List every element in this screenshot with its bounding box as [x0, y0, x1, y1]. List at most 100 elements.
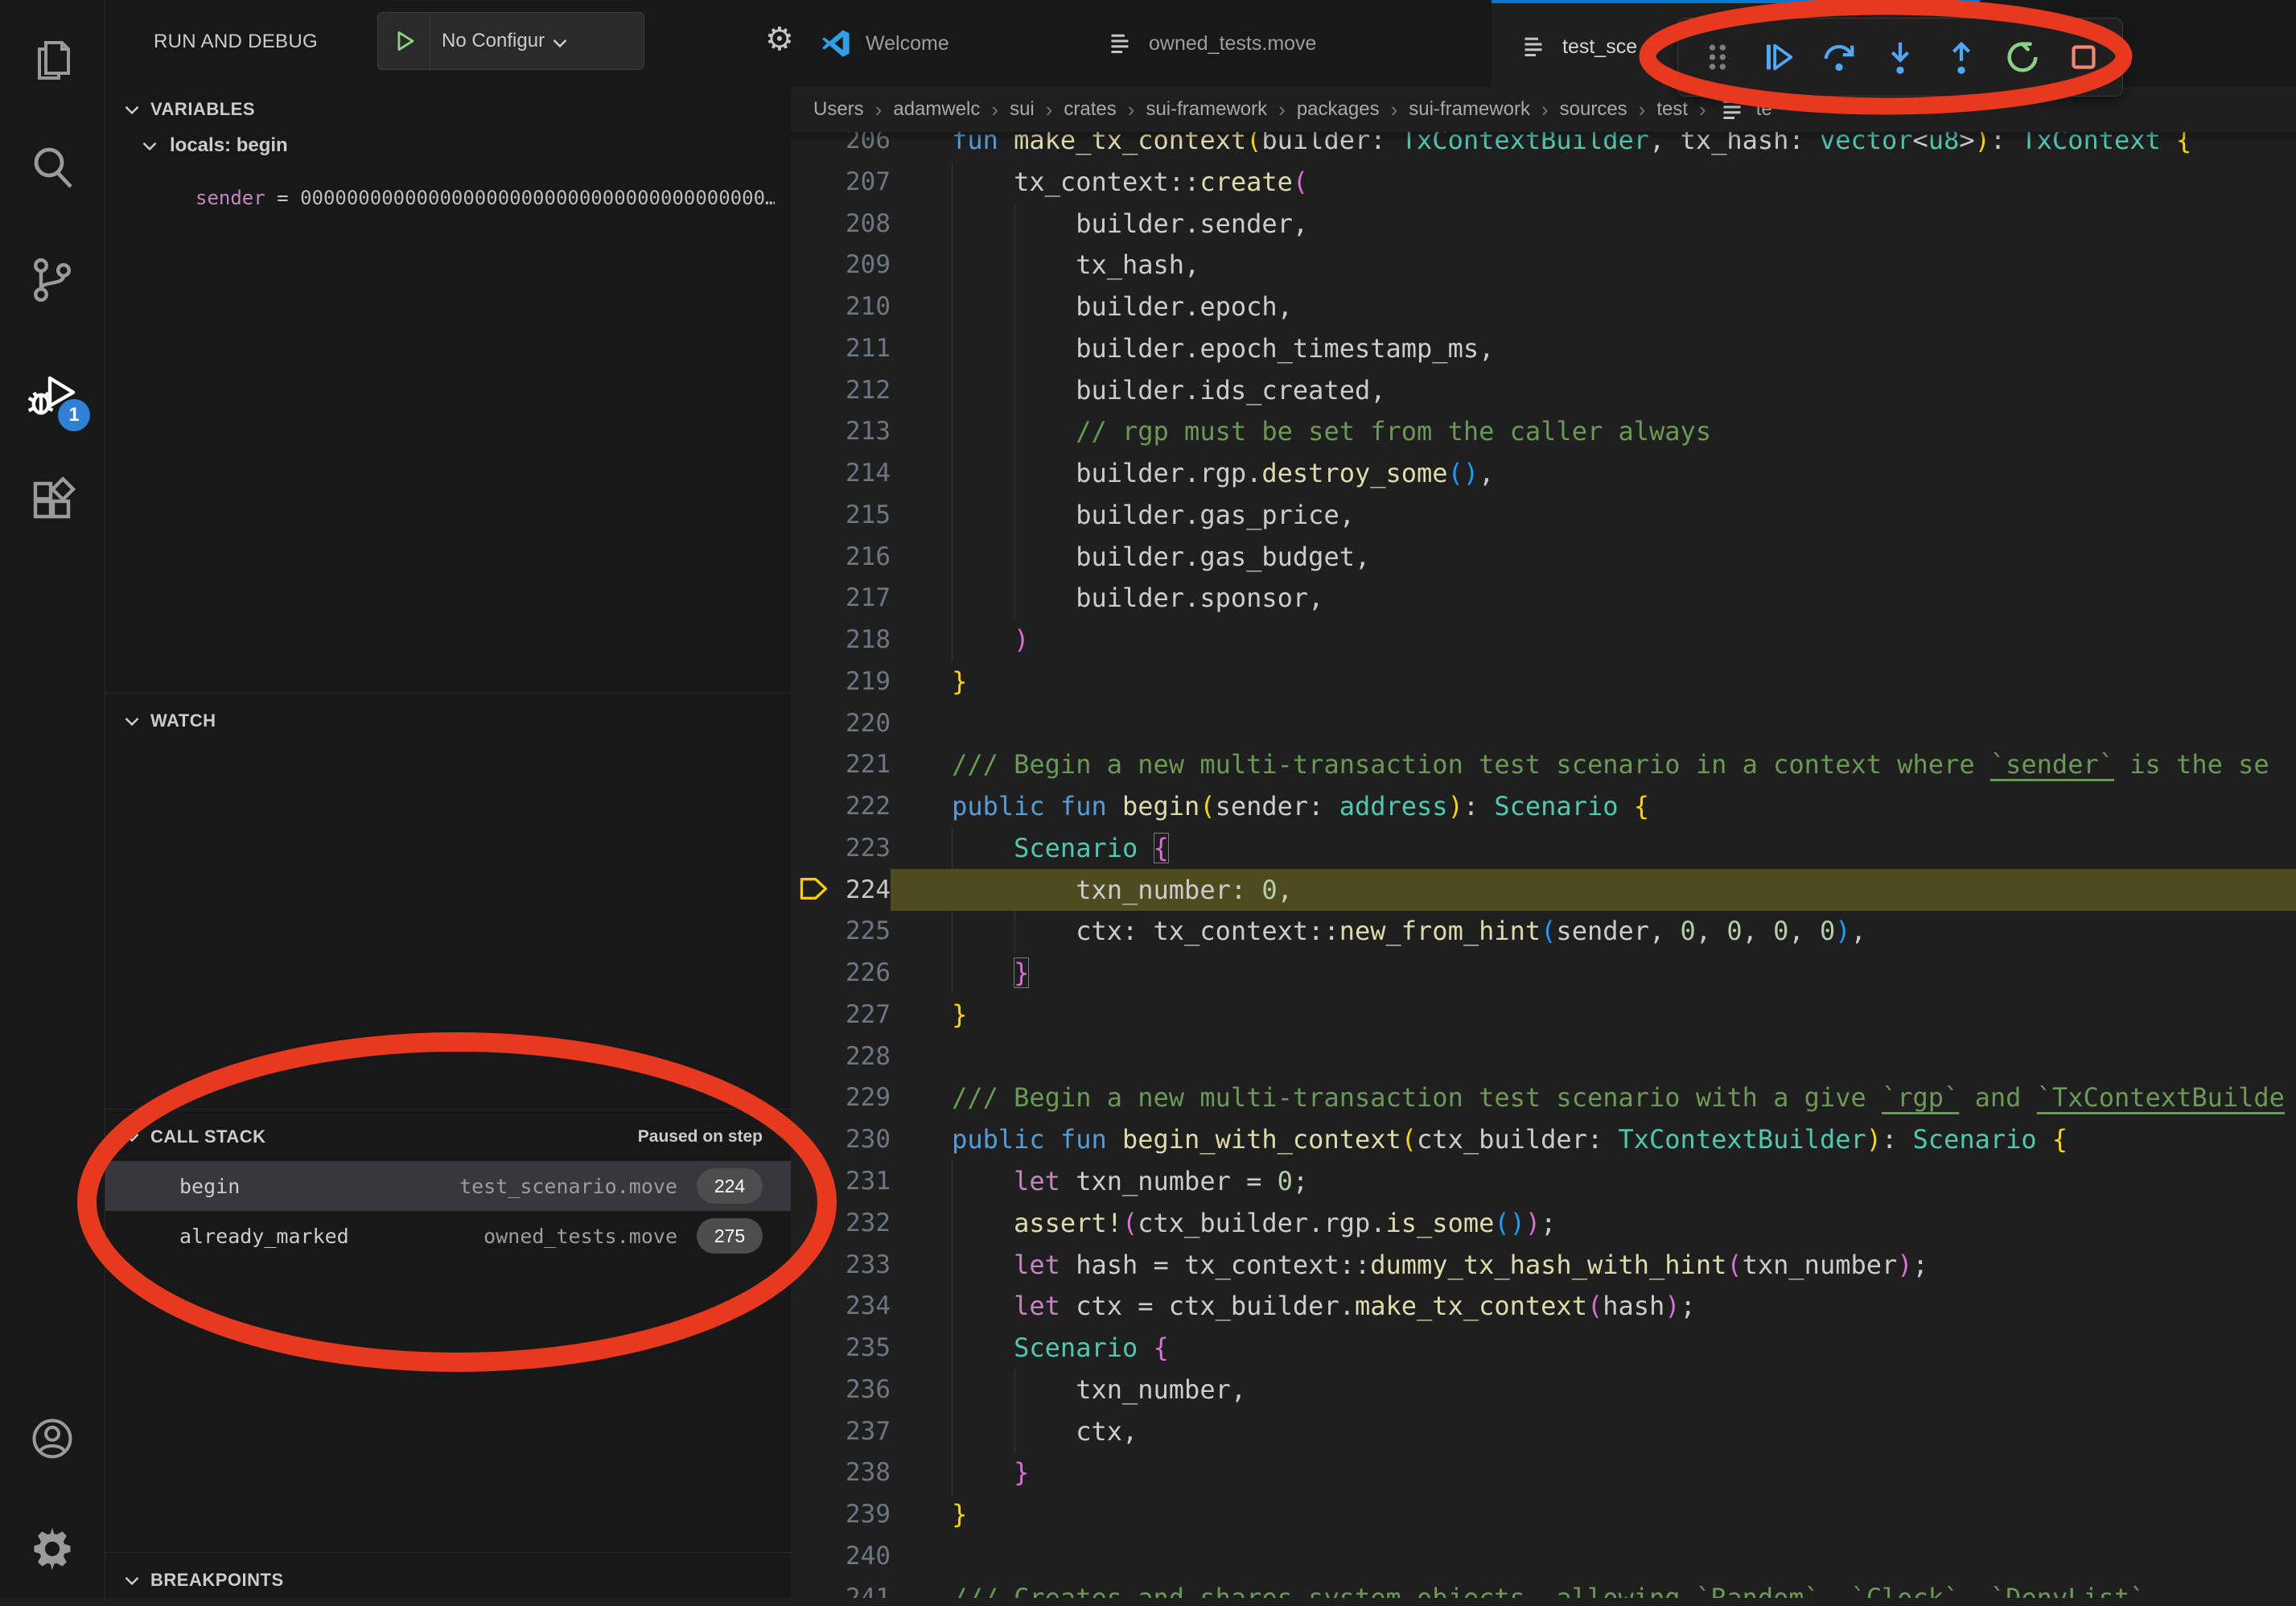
code-line-239: 239 }: [791, 1493, 2296, 1535]
line-number[interactable]: 238: [791, 1452, 891, 1493]
call-stack-frame-already_marked[interactable]: already_marked owned_tests.move 275: [105, 1211, 791, 1261]
line-number[interactable]: 223: [791, 827, 891, 869]
variables-scope-row[interactable]: locals: begin: [138, 134, 288, 158]
line-number[interactable]: 215: [791, 494, 891, 536]
debug-settings-gear-icon[interactable]: ⚙: [765, 21, 794, 58]
code-area[interactable]: 206 fun make_tx_context(builder: TxConte…: [791, 0, 2296, 1598]
line-number[interactable]: 241: [791, 1577, 891, 1598]
line-number[interactable]: 220: [791, 702, 891, 744]
line-number[interactable]: 231: [791, 1160, 891, 1202]
line-number[interactable]: 212: [791, 369, 891, 411]
line-number[interactable]: 232: [791, 1202, 891, 1244]
breadcrumb-item[interactable]: sui-framework: [1146, 98, 1267, 121]
file-list-icon: [1105, 29, 1134, 58]
step-over-icon[interactable]: [1808, 23, 1870, 92]
variable-sender-row[interactable]: sender = 0000000000000000000000000000000…: [195, 187, 775, 209]
paused-statement-marker-icon: [797, 875, 829, 907]
tab-welcome[interactable]: Welcome: [793, 0, 1081, 87]
line-number[interactable]: 239: [791, 1493, 891, 1535]
line-number[interactable]: 228: [791, 1036, 891, 1077]
code-line-236: 236 txn_number,: [791, 1369, 2296, 1410]
line-number[interactable]: 236: [791, 1369, 891, 1410]
frame-line-badge: 275: [697, 1218, 763, 1254]
line-number[interactable]: 207: [791, 161, 891, 203]
activity-bar-item-explorer-icon[interactable]: [0, 22, 105, 99]
chevron-down-icon: [548, 31, 572, 55]
code-line-216: 216 builder.gas_budget,: [791, 536, 2296, 578]
code-line-224: 224 txn_number: 0,: [791, 869, 2296, 911]
line-number[interactable]: 234: [791, 1285, 891, 1327]
activity-bar-item-extensions-icon[interactable]: [0, 462, 105, 539]
code-line-212: 212 builder.ids_created,: [791, 369, 2296, 411]
line-number[interactable]: 233: [791, 1244, 891, 1286]
code-text: Scenario {: [890, 1327, 1169, 1369]
watch-section-header[interactable]: WATCH: [105, 695, 791, 747]
step-out-icon[interactable]: [1931, 23, 1992, 92]
line-number[interactable]: 229: [791, 1077, 891, 1118]
chevron-down-icon: [120, 1125, 144, 1149]
breadcrumb-item[interactable]: Users: [813, 98, 864, 121]
breadcrumb-item[interactable]: packages: [1297, 98, 1380, 121]
breadcrumb-item[interactable]: test: [1656, 98, 1688, 121]
line-number[interactable]: 218: [791, 619, 891, 661]
line-number[interactable]: 219: [791, 661, 891, 702]
step-into-icon[interactable]: [1870, 23, 1931, 92]
line-number[interactable]: 237: [791, 1410, 891, 1452]
line-number[interactable]: 208: [791, 203, 891, 245]
line-number[interactable]: 213: [791, 410, 891, 452]
call-stack-frame-begin[interactable]: begin test_scenario.move 224: [105, 1161, 791, 1211]
code-text: }: [890, 952, 1029, 994]
code-text: txn_number: 0,: [890, 869, 1293, 911]
line-number[interactable]: 235: [791, 1327, 891, 1369]
line-number[interactable]: 209: [791, 244, 891, 286]
variables-section-header[interactable]: VARIABLES: [105, 84, 791, 135]
code-text: }: [890, 994, 967, 1036]
breadcrumb-item[interactable]: sources: [1560, 98, 1627, 121]
code-text: /// Begin a new multi-transaction test s…: [890, 743, 2269, 785]
code-text: public fun begin(sender: address): Scena…: [890, 785, 1649, 827]
line-number[interactable]: 222: [791, 785, 891, 827]
activity-bar-item-account-icon[interactable]: [0, 1400, 105, 1477]
restart-icon[interactable]: [1992, 23, 2053, 92]
breadcrumb-item[interactable]: sui: [1010, 98, 1035, 121]
gripper-icon[interactable]: [1686, 23, 1747, 92]
line-number[interactable]: 217: [791, 577, 891, 619]
section-divider: [105, 1552, 791, 1553]
line-number[interactable]: 210: [791, 286, 891, 327]
section-divider: [105, 693, 791, 694]
breadcrumb-item[interactable]: sui-framework: [1409, 98, 1530, 121]
call-stack-section-header[interactable]: CALL STACK Paused on step: [105, 1111, 791, 1163]
breadcrumb-separator: ›: [1541, 97, 1549, 122]
activity-bar-item-source-control-icon[interactable]: [0, 241, 105, 319]
code-line-230: 230 public fun begin_with_context(ctx_bu…: [791, 1118, 2296, 1160]
breadcrumb-item[interactable]: adamwelc: [893, 98, 980, 121]
continue-icon[interactable]: [1747, 23, 1808, 92]
code-line-226: 226 }: [791, 952, 2296, 994]
code-line-227: 227 }: [791, 994, 2296, 1036]
line-number[interactable]: 221: [791, 743, 891, 785]
activity-bar-item-settings-icon[interactable]: [0, 1510, 105, 1587]
line-number[interactable]: 226: [791, 952, 891, 994]
line-number[interactable]: 230: [791, 1118, 891, 1160]
line-number[interactable]: 227: [791, 994, 891, 1036]
breakpoints-section-header[interactable]: BREAKPOINTS: [105, 1555, 791, 1606]
tab-owned-tests-move[interactable]: owned_tests.move: [1078, 0, 1492, 87]
line-number[interactable]: 240: [791, 1535, 891, 1577]
activity-bar-item-run-and-debug-icon[interactable]: 1: [0, 356, 105, 433]
code-line-211: 211 builder.epoch_timestamp_ms,: [791, 327, 2296, 369]
breadcrumb-file[interactable]: te: [1718, 95, 1772, 124]
activity-bar-item-search-icon[interactable]: [0, 129, 105, 206]
code-text: tx_hash,: [890, 244, 1199, 286]
code-text: builder.ids_created,: [890, 369, 1386, 411]
breadcrumb-item[interactable]: crates: [1064, 98, 1116, 121]
line-number[interactable]: 216: [791, 536, 891, 578]
editor-group[interactable]: 206 fun make_tx_context(builder: TxConte…: [791, 0, 2296, 1598]
stop-icon[interactable]: [2053, 23, 2114, 92]
breadcrumb-separator: ›: [1391, 97, 1398, 122]
breadcrumb-separator: ›: [1278, 97, 1286, 122]
line-number[interactable]: 211: [791, 327, 891, 369]
line-number[interactable]: 225: [791, 910, 891, 952]
start-debug-icon[interactable]: [378, 13, 430, 69]
line-number[interactable]: 214: [791, 452, 891, 494]
debug-config-dropdown[interactable]: No Configur: [377, 12, 644, 70]
